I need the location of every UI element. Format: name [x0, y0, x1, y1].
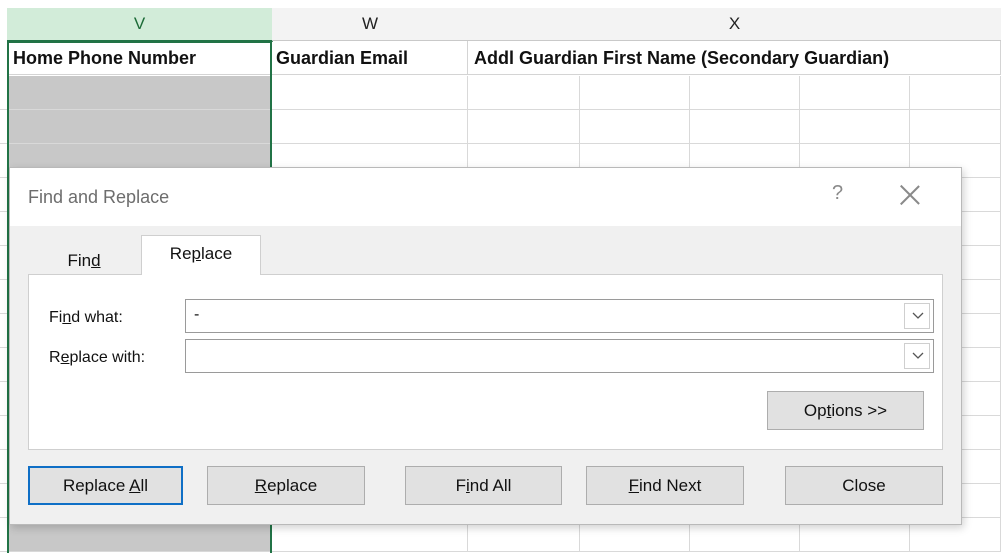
chevron-down-icon [912, 352, 924, 359]
cell-w[interactable] [272, 110, 468, 143]
cell-x[interactable] [468, 76, 580, 109]
cell-v[interactable] [7, 76, 272, 109]
replace-with-dropdown-button[interactable] [904, 343, 930, 369]
header-row: Home Phone Number Guardian Email Addl Gu… [0, 41, 1001, 76]
find-all-button[interactable]: Find All [405, 466, 562, 505]
replace-with-input[interactable] [185, 339, 934, 373]
column-header-v[interactable]: V [7, 8, 273, 42]
find-what-input[interactable]: - [185, 299, 934, 333]
cell-x[interactable] [580, 76, 690, 109]
close-icon[interactable] [897, 182, 923, 208]
replace-tab-panel: Find what: - Replace with: Options >> [28, 274, 943, 450]
find-replace-dialog: Find and Replace ? Find Replace Find wha… [9, 167, 962, 525]
find-what-dropdown-button[interactable] [904, 303, 930, 329]
cell-x[interactable] [800, 110, 910, 143]
column-header-x[interactable]: X [468, 8, 1001, 41]
cell-x[interactable] [690, 110, 800, 143]
column-headers: V W X [0, 8, 1001, 42]
dialog-titlebar: Find and Replace ? [10, 168, 961, 226]
header-home-phone[interactable]: Home Phone Number [7, 41, 272, 75]
chevron-down-icon [912, 312, 924, 319]
replace-button[interactable]: Replace [207, 466, 365, 505]
table-row [0, 110, 1001, 144]
tab-find[interactable]: Find [28, 244, 140, 277]
replace-with-label: Replace with: [49, 349, 146, 366]
ribbon-edge [0, 0, 1001, 8]
cell-x[interactable] [910, 110, 1001, 143]
help-button[interactable]: ? [832, 182, 843, 205]
options-button[interactable]: Options >> [767, 391, 924, 430]
header-guardian-email[interactable]: Guardian Email [272, 41, 468, 75]
cell-v[interactable] [7, 110, 272, 143]
close-button[interactable]: Close [785, 466, 943, 505]
table-row [0, 76, 1001, 110]
cell-w[interactable] [272, 76, 468, 109]
find-what-value: - [194, 306, 200, 323]
header-addl-guardian-first-name[interactable]: Addl Guardian First Name (Secondary Guar… [468, 41, 1001, 75]
cell-x[interactable] [468, 110, 580, 143]
tab-find-label: Find [67, 251, 101, 270]
replace-all-button[interactable]: Replace All [28, 466, 183, 505]
cell-x[interactable] [910, 76, 1001, 109]
cell-x[interactable] [690, 76, 800, 109]
cell-x[interactable] [800, 76, 910, 109]
find-what-label: Find what: [49, 309, 123, 326]
dialog-title: Find and Replace [28, 187, 170, 207]
cell-x[interactable] [580, 110, 690, 143]
tab-replace-label: Replace [169, 244, 233, 263]
find-next-button[interactable]: Find Next [586, 466, 744, 505]
column-header-w[interactable]: W [272, 8, 469, 41]
tab-replace[interactable]: Replace [141, 235, 261, 275]
